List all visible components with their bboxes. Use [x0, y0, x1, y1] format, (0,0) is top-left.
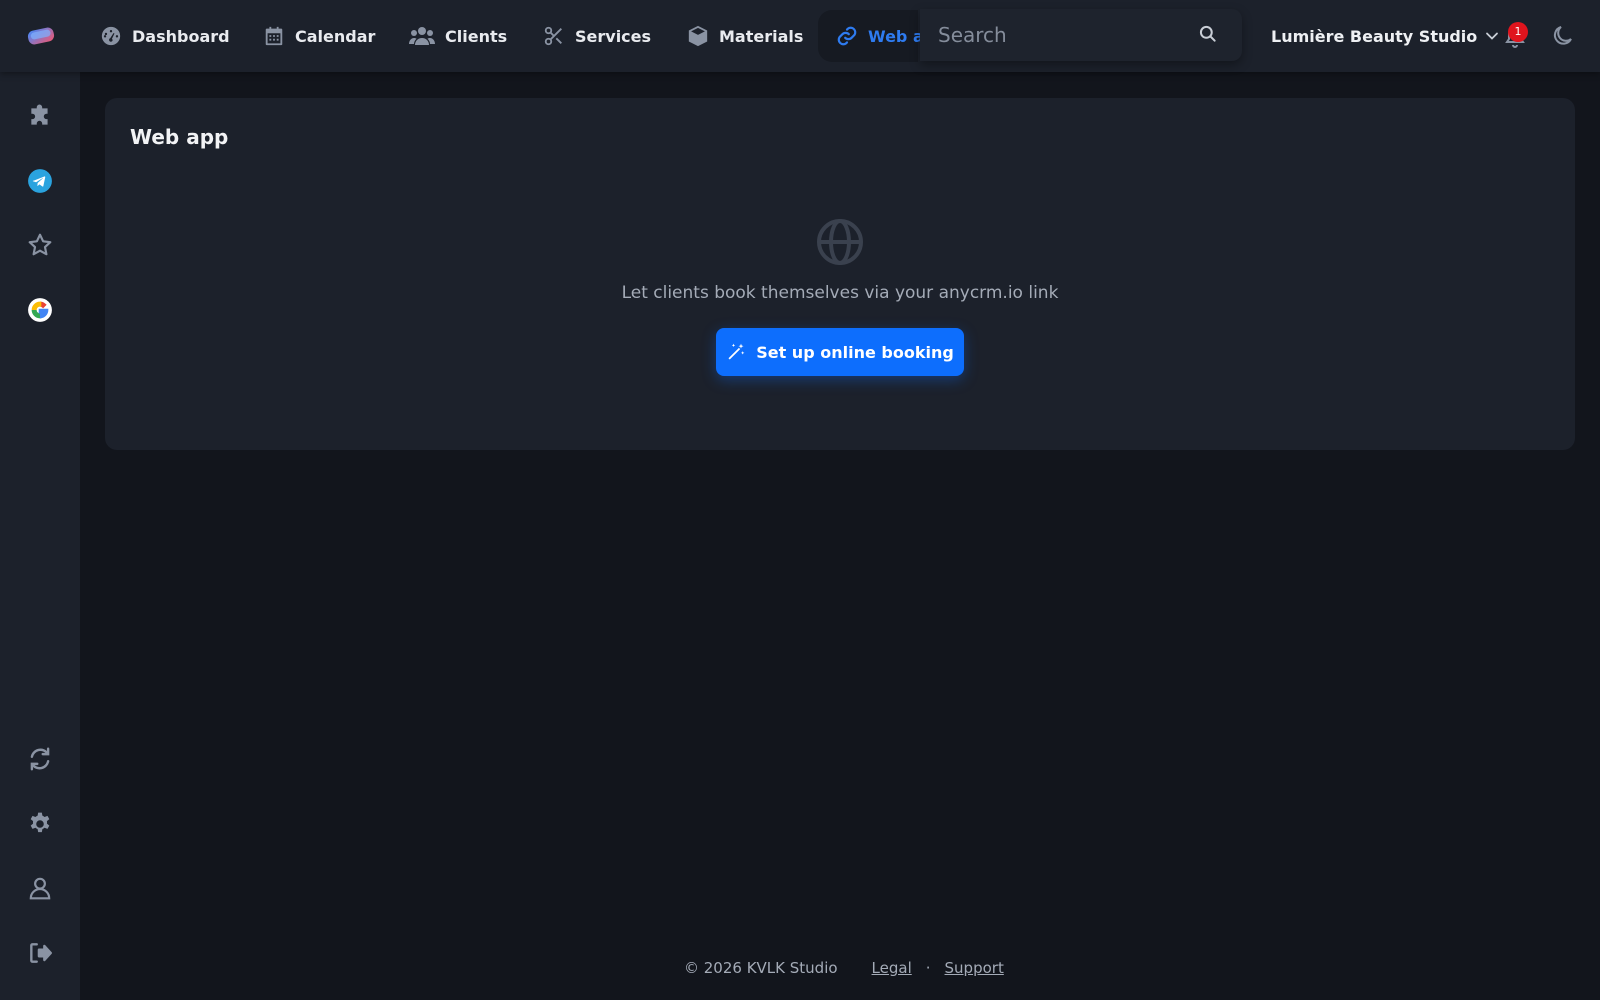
- web-app-card: Web app Let clients book themselves via …: [105, 98, 1575, 450]
- sidebar-logout[interactable]: [27, 940, 53, 966]
- chevron-down-icon: [1486, 32, 1499, 40]
- studio-switcher[interactable]: Lumière Beauty Studio: [1271, 22, 1499, 50]
- nav-clients[interactable]: Clients: [409, 18, 507, 54]
- telegram-icon: [28, 169, 52, 193]
- search-input[interactable]: [938, 15, 1198, 55]
- footer-separator: ·: [925, 959, 931, 977]
- magic-wand-icon: [728, 343, 745, 360]
- users-icon: [409, 27, 435, 45]
- setup-online-booking-label: Set up online booking: [756, 342, 954, 362]
- puzzle-icon: [31, 104, 48, 125]
- notification-badge: 1: [1508, 22, 1528, 42]
- legal-link[interactable]: Legal: [872, 959, 912, 977]
- gear-icon: [30, 812, 50, 833]
- sidebar-telegram[interactable]: [27, 168, 53, 194]
- user-icon: [29, 877, 51, 900]
- search-box: [920, 9, 1242, 61]
- search-icon[interactable]: [1198, 24, 1218, 44]
- studio-name: Lumière Beauty Studio: [1271, 26, 1478, 46]
- nav-web-app-label: Web a: [868, 26, 924, 46]
- sidebar-sync[interactable]: [27, 746, 53, 772]
- gauge-icon: [101, 26, 121, 46]
- app-logo-icon[interactable]: [26, 25, 56, 47]
- nav-dashboard[interactable]: Dashboard: [100, 18, 230, 54]
- sidebar: [0, 72, 80, 1000]
- nav-calendar[interactable]: Calendar: [263, 18, 375, 54]
- calendar-icon: [265, 26, 283, 46]
- sidebar-profile[interactable]: [27, 875, 53, 901]
- globe-icon: [817, 219, 863, 265]
- google-icon: [28, 298, 52, 322]
- nav-services-label: Services: [575, 26, 652, 46]
- setup-online-booking-button[interactable]: Set up online booking: [716, 328, 964, 376]
- nav-services[interactable]: Services: [543, 18, 651, 54]
- empty-state-text: Let clients book themselves via your any…: [621, 283, 1059, 303]
- support-link[interactable]: Support: [945, 959, 1004, 977]
- page-title: Web app: [130, 125, 229, 149]
- top-bar: Dashboard Calendar Clients Services Mate…: [0, 0, 1600, 72]
- nav-materials-label: Materials: [719, 26, 804, 46]
- box-icon: [688, 25, 708, 47]
- copyright-text: © 2026 KVLK Studio: [684, 959, 838, 977]
- footer: © 2026 KVLK Studio Legal · Support: [684, 958, 1004, 978]
- sidebar-reviews[interactable]: [27, 232, 53, 258]
- refresh-icon: [30, 747, 50, 771]
- star-icon: [28, 233, 52, 256]
- nav-materials[interactable]: Materials: [687, 18, 803, 54]
- moon-icon[interactable]: [1551, 24, 1575, 48]
- scissors-icon: [544, 26, 562, 46]
- sidebar-settings[interactable]: [27, 811, 53, 837]
- link-icon: [837, 26, 857, 46]
- sidebar-integrations[interactable]: [27, 104, 53, 130]
- nav-clients-label: Clients: [445, 26, 508, 46]
- nav-dashboard-label: Dashboard: [132, 26, 230, 46]
- nav-web-app[interactable]: Web a: [836, 18, 924, 54]
- logout-icon: [30, 943, 53, 963]
- nav-calendar-label: Calendar: [295, 26, 376, 46]
- sidebar-google[interactable]: [27, 297, 53, 323]
